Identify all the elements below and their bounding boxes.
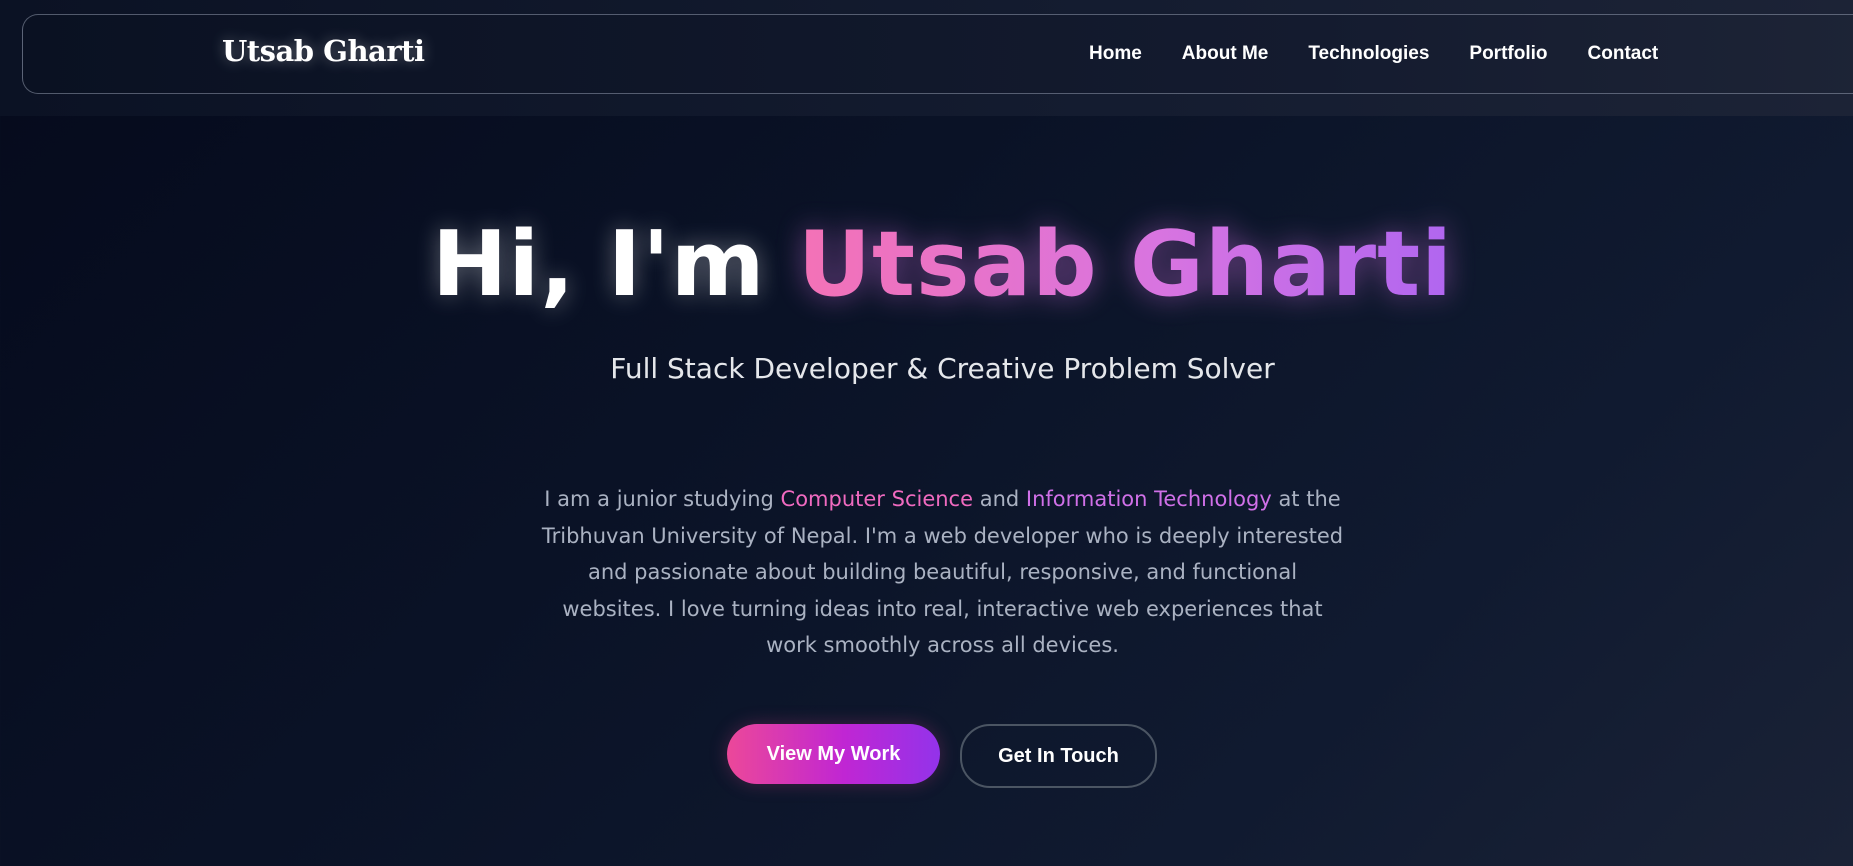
- hero-title: Hi, I'm Utsab Gharti: [0, 215, 1853, 315]
- nav-link-home[interactable]: Home: [1089, 43, 1142, 65]
- bio-text-1: I am a junior studying: [544, 487, 781, 511]
- nav-links: Home About Me Technologies Portfolio Con…: [1089, 43, 1658, 65]
- nav-link-about-me[interactable]: About Me: [1182, 43, 1269, 65]
- bio-text-2: and: [973, 487, 1026, 511]
- hero-name: Utsab Gharti: [797, 212, 1453, 317]
- hero-subtitle: Full Stack Developer & Creative Problem …: [610, 352, 1275, 385]
- view-my-work-button[interactable]: View My Work: [727, 724, 940, 784]
- hero-greeting: Hi, I'm: [432, 212, 798, 317]
- bio-highlight-computer-science: Computer Science: [780, 487, 974, 511]
- hero-bio: I am a junior studying Computer Science …: [540, 481, 1345, 664]
- nav-link-portfolio[interactable]: Portfolio: [1469, 43, 1547, 65]
- nav-link-technologies[interactable]: Technologies: [1308, 43, 1429, 65]
- nav-link-contact[interactable]: Contact: [1588, 43, 1659, 65]
- get-in-touch-button[interactable]: Get In Touch: [960, 724, 1157, 788]
- bio-highlight-information-technology: Information Technology: [1025, 487, 1272, 511]
- bio-text-3: at the Tribhuvan University of Nepal. I'…: [541, 487, 1344, 657]
- brand-logo[interactable]: Utsab Gharti: [222, 34, 425, 68]
